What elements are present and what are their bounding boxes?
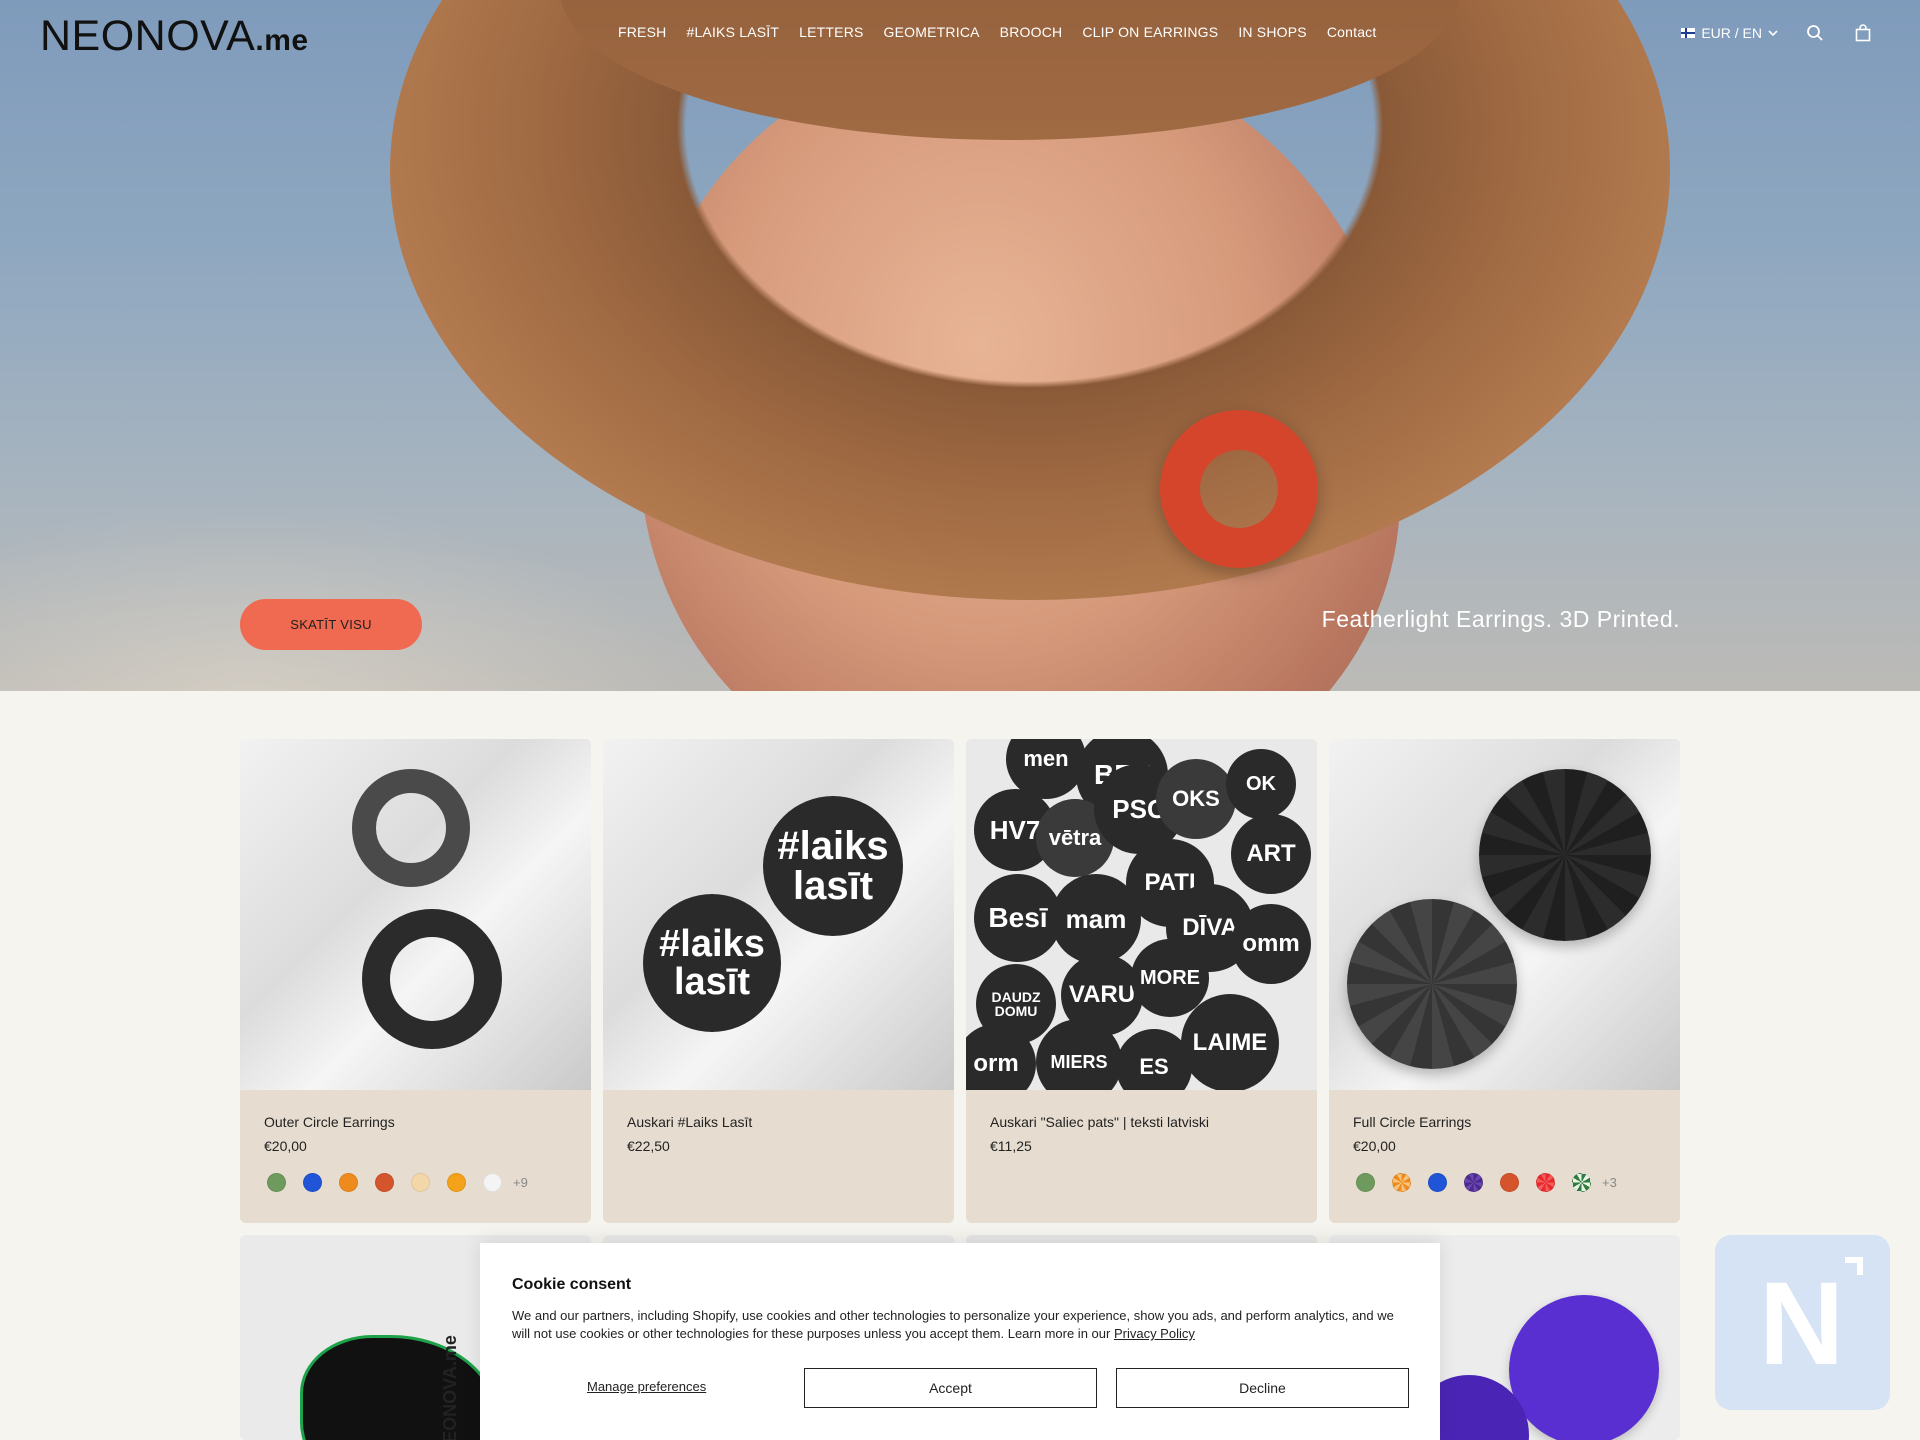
- product-card-full-circle[interactable]: Full Circle Earrings €20,00 +3: [1329, 739, 1680, 1223]
- logo-suffix: .me: [255, 24, 309, 57]
- text-disc: OKS: [1156, 759, 1236, 839]
- product-card-outer-circle[interactable]: Outer Circle Earrings €20,00 +9: [240, 739, 591, 1223]
- nav-laiks-lasit[interactable]: #LAIKS LASĪT: [686, 24, 779, 40]
- product-image[interactable]: men BET HV7 vētra PSC OKS OK ART Besī ma…: [966, 739, 1317, 1090]
- text-disc: Besī: [974, 874, 1062, 962]
- swatch-red-orange[interactable]: [1500, 1173, 1519, 1192]
- swatch-orange[interactable]: [339, 1173, 358, 1192]
- nav-in-shops[interactable]: IN SHOPS: [1238, 24, 1307, 40]
- text-disc: OK: [1226, 749, 1296, 819]
- product-info: Outer Circle Earrings €20,00: [264, 1114, 395, 1154]
- swatch-peach[interactable]: [411, 1173, 430, 1192]
- main-nav: FRESH #LAIKS LASĪT LETTERS GEOMETRICA BR…: [618, 24, 1376, 40]
- purple-earring-large: [1509, 1295, 1659, 1440]
- locale-selector[interactable]: EUR / EN: [1681, 25, 1778, 41]
- product-price: €22,50: [627, 1138, 670, 1154]
- product-image[interactable]: [240, 739, 591, 1090]
- swatch-green[interactable]: [1356, 1173, 1375, 1192]
- hero-banner: [0, 0, 1920, 691]
- product-price: €11,25: [990, 1138, 1032, 1154]
- cookie-consent-dialog: Cookie consent We and our partners, incl…: [480, 1243, 1440, 1440]
- swatch-dark-green[interactable]: [1572, 1173, 1591, 1192]
- hero-tagline: Featherlight Earrings. 3D Printed.: [1321, 606, 1680, 632]
- more-swatches-count[interactable]: +9: [513, 1175, 528, 1190]
- product-price: €20,00: [264, 1138, 307, 1154]
- brooch-card-text: NEONOVA.me: [439, 1335, 460, 1440]
- product-title[interactable]: Auskari "Saliec pats" | teksti latviski: [990, 1114, 1209, 1130]
- swatch-red[interactable]: [1536, 1173, 1555, 1192]
- swatch-blue[interactable]: [1428, 1173, 1447, 1192]
- logo-main: NEONOVA: [40, 12, 256, 60]
- more-swatches-count[interactable]: +3: [1602, 1175, 1617, 1190]
- cookie-title: Cookie consent: [512, 1276, 632, 1293]
- nav-letters[interactable]: LETTERS: [799, 24, 863, 40]
- nav-brooch[interactable]: BROOCH: [1000, 24, 1063, 40]
- search-button[interactable]: [1804, 22, 1826, 44]
- product-price: €20,00: [1353, 1138, 1396, 1154]
- product-title[interactable]: Full Circle Earrings: [1353, 1114, 1471, 1130]
- hero-sky-glow: [0, 500, 700, 691]
- manage-preferences-link[interactable]: Manage preferences: [587, 1379, 706, 1394]
- product-image[interactable]: [1329, 739, 1680, 1090]
- site-logo[interactable]: NEONOVA.me: [40, 12, 309, 61]
- decline-button[interactable]: Decline: [1116, 1368, 1409, 1408]
- corner-mark-icon: [1845, 1257, 1863, 1275]
- swatch-red-orange[interactable]: [375, 1173, 394, 1192]
- swatch-orange-pattern[interactable]: [1392, 1173, 1411, 1192]
- product-card-laiks-lasit[interactable]: #laiks lasīt #laiks lasīt Auskari #Laiks L…: [603, 739, 954, 1223]
- product-info: Auskari "Saliec pats" | teksti latviski …: [990, 1114, 1209, 1154]
- product-info: Auskari #Laiks Lasīt €22,50: [627, 1114, 752, 1154]
- color-swatches: +3: [1356, 1173, 1617, 1192]
- swatch-amber[interactable]: [447, 1173, 466, 1192]
- header-actions: EUR / EN: [1681, 22, 1874, 44]
- n-logo-icon: N: [1759, 1258, 1845, 1390]
- nav-fresh[interactable]: FRESH: [618, 24, 666, 40]
- locale-label: EUR / EN: [1701, 25, 1762, 41]
- badge-text: lasīt: [792, 864, 874, 908]
- nav-contact[interactable]: Contact: [1327, 24, 1377, 40]
- badge-text: #laiks: [659, 923, 765, 965]
- shopping-bag-icon: [1855, 24, 1871, 42]
- ring-earring-top: [352, 769, 470, 887]
- cookie-body-text: We and our partners, including Shopify, …: [512, 1308, 1394, 1341]
- chevron-down-icon: [1768, 30, 1778, 37]
- text-disc: LAIME: [1181, 994, 1279, 1090]
- product-title[interactable]: Auskari #Laiks Lasīt: [627, 1114, 752, 1130]
- product-image[interactable]: #laiks lasīt #laiks lasīt: [603, 739, 954, 1090]
- privacy-policy-link[interactable]: Privacy Policy: [1114, 1326, 1195, 1341]
- badge-laiks-lasit-bottom: #laiks lasīt: [643, 894, 781, 1032]
- swatch-white[interactable]: [483, 1173, 502, 1192]
- nav-geometrica[interactable]: GEOMETRICA: [884, 24, 980, 40]
- badge-text: #laiks: [777, 824, 889, 868]
- text-disc: ART: [1231, 814, 1311, 894]
- color-swatches: +9: [267, 1173, 528, 1192]
- badge-text: lasīt: [673, 961, 751, 1003]
- brand-widget-button[interactable]: N: [1715, 1235, 1890, 1410]
- site-header: NEONOVA.me FRESH #LAIKS LASĪT LETTERS GE…: [0, 0, 1920, 68]
- product-info: Full Circle Earrings €20,00: [1353, 1114, 1471, 1154]
- text-disc: omm: [1231, 904, 1311, 984]
- badge-laiks-lasit-top: #laiks lasīt: [763, 796, 903, 936]
- hero-red-ring-earring: [1160, 410, 1318, 568]
- cart-button[interactable]: [1852, 22, 1874, 44]
- view-all-button[interactable]: SKATĪT VISU: [240, 599, 422, 650]
- nav-clip-on-earrings[interactable]: CLIP ON EARRINGS: [1082, 24, 1218, 40]
- finland-flag-icon: [1681, 28, 1696, 38]
- full-circle-earring-bottom: [1347, 899, 1517, 1069]
- search-icon: [1807, 25, 1823, 41]
- full-circle-earring-top: [1479, 769, 1651, 941]
- product-card-saliec-pats[interactable]: men BET HV7 vētra PSC OKS OK ART Besī ma…: [966, 739, 1317, 1223]
- swatch-green[interactable]: [267, 1173, 286, 1192]
- accept-button[interactable]: Accept: [804, 1368, 1097, 1408]
- flower-brooch-image: [300, 1335, 500, 1440]
- product-title[interactable]: Outer Circle Earrings: [264, 1114, 395, 1130]
- swatch-purple[interactable]: [1464, 1173, 1483, 1192]
- swatch-blue[interactable]: [303, 1173, 322, 1192]
- ring-earring-bottom: [362, 909, 502, 1049]
- cookie-body: We and our partners, including Shopify, …: [512, 1307, 1412, 1343]
